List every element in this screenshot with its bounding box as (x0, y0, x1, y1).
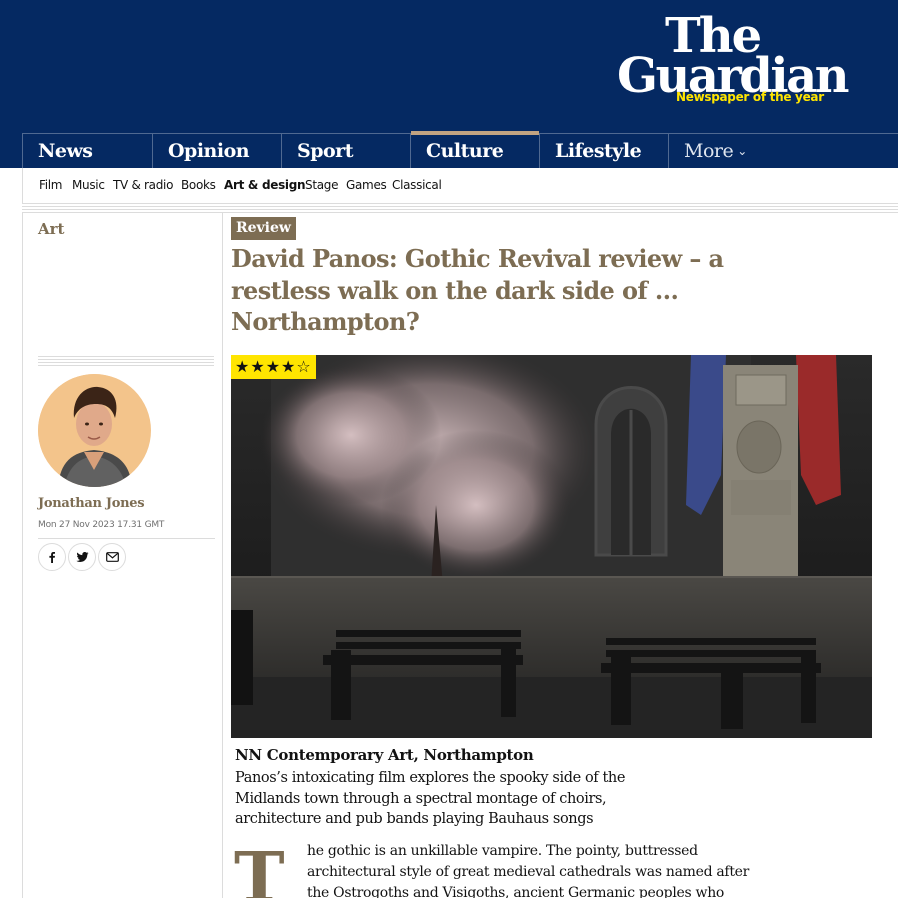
hero-photo-night-church-benches (231, 355, 872, 738)
article-kicker[interactable]: Review (231, 217, 296, 240)
venue-title: NN Contemporary Art, Northampton (235, 746, 534, 764)
pillar-lifestyle[interactable]: Lifestyle (539, 134, 668, 168)
author-portrait (38, 374, 150, 487)
twitter-icon (75, 552, 88, 562)
share-facebook-button[interactable] (38, 543, 66, 571)
subnav-tv-radio[interactable]: TV & radio (113, 178, 173, 192)
drop-cap: T (234, 838, 285, 898)
email-icon (105, 552, 119, 562)
share-twitter-button[interactable] (68, 543, 96, 571)
rail-rule-band (38, 356, 214, 368)
star-rating: ★★★★☆ (231, 355, 316, 379)
subnav-music[interactable]: Music (72, 178, 105, 192)
section-label[interactable]: Art (38, 220, 64, 238)
subnav-books[interactable]: Books (181, 178, 216, 192)
hero-image (231, 355, 872, 738)
pillar-opinion[interactable]: Opinion (152, 134, 281, 168)
masthead: The Guardian Newspaper of the year News … (0, 0, 898, 168)
standfirst: Panos’s intoxicating film explores the s… (235, 770, 626, 827)
facebook-icon (49, 552, 55, 563)
chevron-down-icon: ⌄ (737, 144, 747, 158)
header-rule-band (22, 203, 898, 213)
publish-date: Mon 27 Nov 2023 17.31 GMT (38, 520, 165, 530)
pillar-more-label: More (684, 140, 734, 162)
pillar-news[interactable]: News (23, 134, 152, 168)
article-body: he gothic is an unkillable vampire. The … (307, 843, 750, 898)
author-avatar[interactable] (38, 374, 151, 487)
article-headline: David Panos: Gothic Revival review – a r… (231, 244, 724, 336)
pillar-more[interactable]: More ⌄ (668, 134, 798, 168)
rail-left-border (22, 213, 23, 898)
subnav-art-design[interactable]: Art & design (224, 178, 306, 192)
rail-divider (222, 213, 223, 898)
meta-rule (38, 538, 215, 539)
subnav-stage[interactable]: Stage (305, 178, 338, 192)
logo-tagline: Newspaper of the year (676, 90, 824, 104)
pillar-nav: News Opinion Sport Culture Lifestyle Mor… (22, 131, 898, 168)
subnav-film[interactable]: Film (39, 178, 62, 192)
pillar-culture[interactable]: Culture (410, 131, 539, 168)
subnav-classical[interactable]: Classical (392, 178, 442, 192)
subnav: Film Music TV & radio Books Art & design… (22, 168, 898, 204)
author-name[interactable]: Jonathan Jones (38, 496, 145, 511)
pillar-sport[interactable]: Sport (281, 134, 410, 168)
share-email-button[interactable] (98, 543, 126, 571)
subnav-games[interactable]: Games (346, 178, 387, 192)
